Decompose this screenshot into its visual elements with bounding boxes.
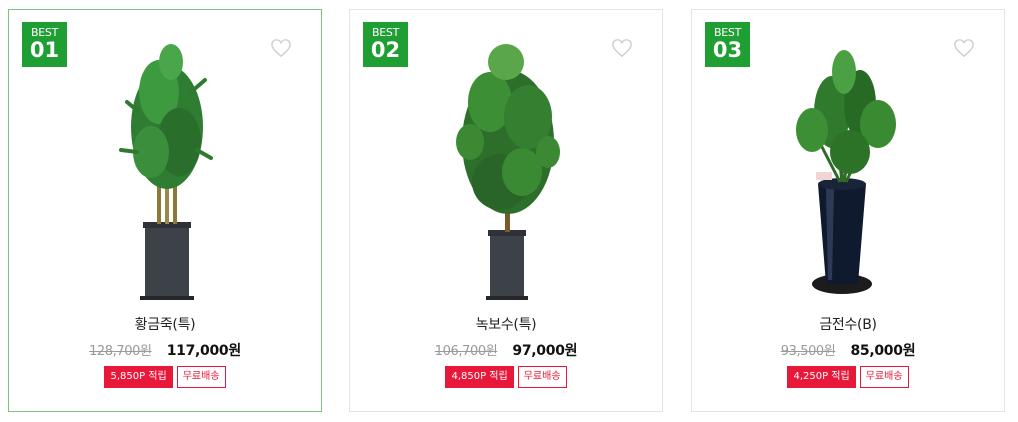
product-tags: 4,850P 적립 무료배송 — [350, 366, 662, 388]
product-image[interactable] — [350, 32, 664, 302]
sale-price: 117,000원 — [166, 343, 242, 359]
product-name[interactable]: 황금죽(특) — [9, 314, 321, 334]
product-image[interactable] — [9, 32, 323, 302]
product-tags: 4,250P 적립 무료배송 — [692, 366, 1004, 388]
price-row: 128,700원 117,000원 — [9, 340, 321, 360]
sale-price: 85,000원 — [850, 343, 916, 359]
product-name[interactable]: 금전수(B) — [692, 314, 1004, 334]
points-tag: 4,850P 적립 — [445, 366, 514, 388]
original-price: 106,700원 — [434, 344, 498, 359]
best-products-grid: BEST 01 황금죽(특) 128,700원 117,000원 5,850P … — [0, 0, 1018, 422]
product-card[interactable]: BEST 03 금전수(B) 93,500원 85,000원 4,250P 적립… — [691, 9, 1005, 412]
product-name[interactable]: 녹보수(특) — [350, 314, 662, 334]
points-tag: 4,250P 적립 — [787, 366, 856, 388]
free-shipping-tag: 무료배송 — [859, 366, 909, 388]
sale-price: 97,000원 — [512, 343, 578, 359]
product-card[interactable]: BEST 02 녹보수(특) 106,700원 97,000원 4,850P 적… — [349, 9, 663, 412]
product-card[interactable]: BEST 01 황금죽(특) 128,700원 117,000원 5,850P … — [8, 9, 322, 412]
points-tag: 5,850P 적립 — [104, 366, 173, 388]
product-image[interactable] — [692, 32, 1006, 302]
original-price: 93,500원 — [780, 344, 836, 359]
price-row: 93,500원 85,000원 — [692, 340, 1004, 360]
free-shipping-tag: 무료배송 — [176, 366, 226, 388]
original-price: 128,700원 — [89, 344, 152, 359]
price-row: 106,700원 97,000원 — [350, 340, 662, 360]
product-tags: 5,850P 적립 무료배송 — [9, 366, 321, 388]
free-shipping-tag: 무료배송 — [517, 366, 567, 388]
